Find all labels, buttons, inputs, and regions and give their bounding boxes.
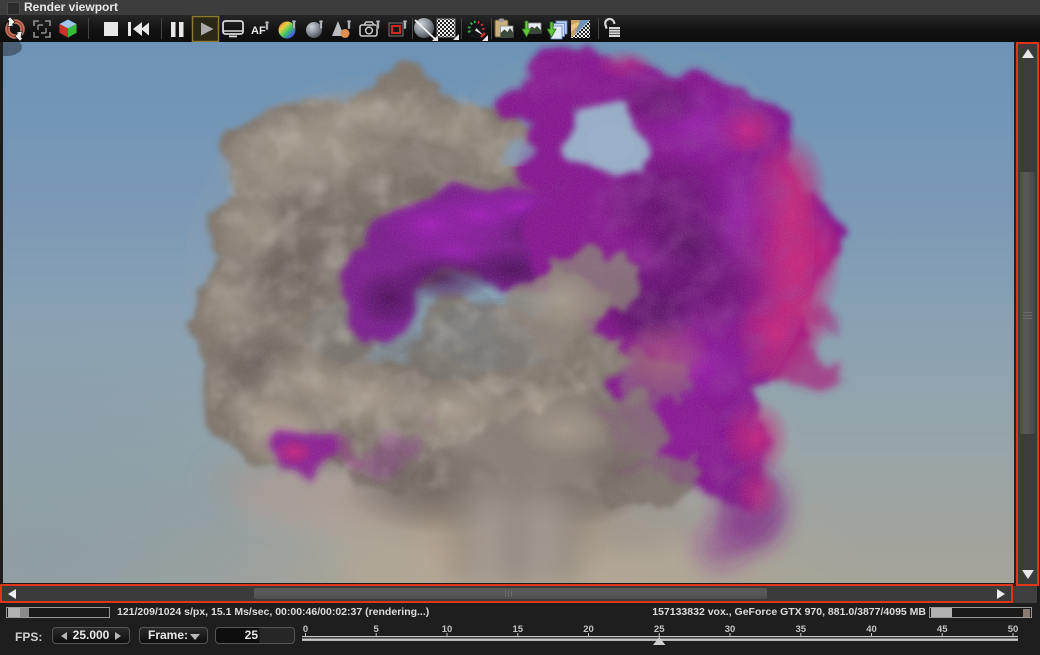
svg-text:AF: AF: [251, 25, 266, 37]
